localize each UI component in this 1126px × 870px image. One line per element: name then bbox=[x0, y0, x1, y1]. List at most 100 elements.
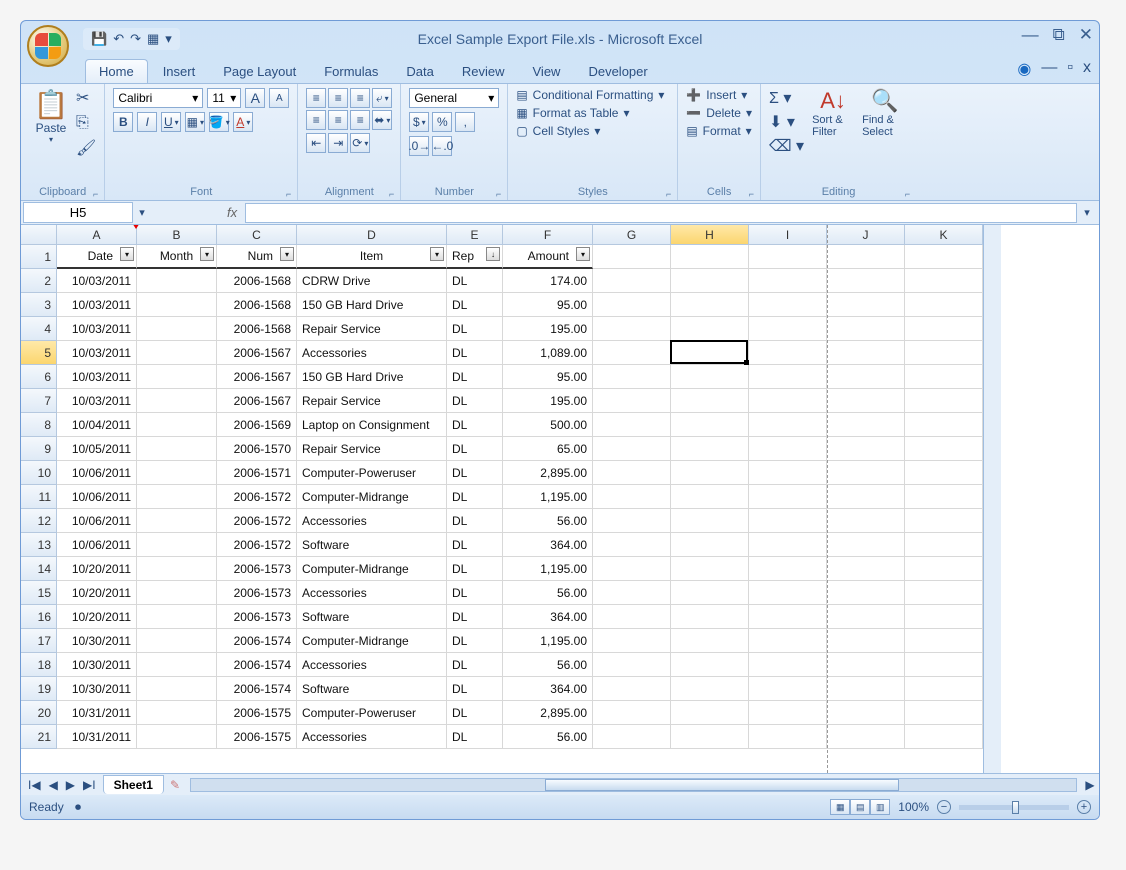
cell-E5[interactable]: DL bbox=[447, 341, 503, 365]
cell-G4[interactable] bbox=[593, 317, 671, 341]
hscroll-right-icon[interactable]: ▶ bbox=[1081, 778, 1099, 792]
cell-E12[interactable]: DL bbox=[447, 509, 503, 533]
zoom-in-button[interactable]: + bbox=[1077, 800, 1091, 814]
tab-formulas[interactable]: Formulas bbox=[311, 60, 391, 83]
cell-D13[interactable]: Software bbox=[297, 533, 447, 557]
cell-K3[interactable] bbox=[905, 293, 983, 317]
select-all-corner[interactable] bbox=[21, 225, 57, 245]
cell-K6[interactable] bbox=[905, 365, 983, 389]
cell-B7[interactable] bbox=[137, 389, 217, 413]
copy-icon[interactable]: ⎘ bbox=[76, 114, 96, 132]
cell-J21[interactable] bbox=[827, 725, 905, 749]
row-header-21[interactable]: 21 bbox=[21, 725, 57, 749]
cell-E11[interactable]: DL bbox=[447, 485, 503, 509]
cell-E20[interactable]: DL bbox=[447, 701, 503, 725]
cell-E3[interactable]: DL bbox=[447, 293, 503, 317]
comma-button[interactable]: , bbox=[455, 112, 475, 132]
tab-home[interactable]: Home bbox=[85, 59, 148, 83]
align-top-button[interactable]: ≡ bbox=[306, 88, 326, 108]
cell-E19[interactable]: DL bbox=[447, 677, 503, 701]
cell-F2[interactable]: 174.00 bbox=[503, 269, 593, 293]
cell-C14[interactable]: 2006-1573 bbox=[217, 557, 297, 581]
sheet-nav-first-icon[interactable]: I◀ bbox=[25, 778, 44, 792]
cell-J1[interactable] bbox=[827, 245, 905, 269]
cell-B18[interactable] bbox=[137, 653, 217, 677]
close-workbook-icon[interactable]: x bbox=[1083, 59, 1091, 79]
font-size-combo[interactable]: 11▾ bbox=[207, 88, 241, 108]
column-header-D[interactable]: D bbox=[297, 225, 447, 245]
cell-F3[interactable]: 95.00 bbox=[503, 293, 593, 317]
zoom-out-button[interactable]: − bbox=[937, 800, 951, 814]
format-cells-button[interactable]: ▤Format ▾ bbox=[686, 124, 752, 138]
cell-J16[interactable] bbox=[827, 605, 905, 629]
row-header-10[interactable]: 10 bbox=[21, 461, 57, 485]
cell-D17[interactable]: Computer-Midrange bbox=[297, 629, 447, 653]
cell-E2[interactable]: DL bbox=[447, 269, 503, 293]
cell-I5[interactable] bbox=[749, 341, 827, 365]
row-header-1[interactable]: 1 bbox=[21, 245, 57, 269]
horizontal-scrollbar[interactable] bbox=[190, 778, 1077, 792]
cell-B2[interactable] bbox=[137, 269, 217, 293]
filter-amount-icon[interactable]: ▾ bbox=[576, 247, 590, 261]
percent-button[interactable]: % bbox=[432, 112, 452, 132]
table-header-rep[interactable]: Rep↓ bbox=[447, 245, 503, 269]
cell-D10[interactable]: Computer-Poweruser bbox=[297, 461, 447, 485]
cell-J5[interactable] bbox=[827, 341, 905, 365]
autosum-button[interactable]: Σ ▾ bbox=[769, 88, 804, 108]
fill-button[interactable]: ⬇ ▾ bbox=[769, 112, 804, 132]
cell-J2[interactable] bbox=[827, 269, 905, 293]
row-header-5[interactable]: 5 bbox=[21, 341, 57, 365]
row-header-15[interactable]: 15 bbox=[21, 581, 57, 605]
font-name-combo[interactable]: Calibri▾ bbox=[113, 88, 203, 108]
cell-D3[interactable]: 150 GB Hard Drive bbox=[297, 293, 447, 317]
column-header-A[interactable]: A bbox=[57, 225, 137, 245]
cell-H7[interactable] bbox=[671, 389, 749, 413]
cell-D12[interactable]: Accessories bbox=[297, 509, 447, 533]
clear-button[interactable]: ⌫ ▾ bbox=[769, 136, 804, 156]
column-header-G[interactable]: G bbox=[593, 225, 671, 245]
cell-G8[interactable] bbox=[593, 413, 671, 437]
row-header-19[interactable]: 19 bbox=[21, 677, 57, 701]
cell-H12[interactable] bbox=[671, 509, 749, 533]
macro-record-icon[interactable]: ⏺ bbox=[75, 800, 81, 814]
cell-A5[interactable]: 10/03/2011 bbox=[57, 341, 137, 365]
cell-G17[interactable] bbox=[593, 629, 671, 653]
cell-G5[interactable] bbox=[593, 341, 671, 365]
column-header-B[interactable]: B bbox=[137, 225, 217, 245]
cell-B17[interactable] bbox=[137, 629, 217, 653]
cell-G13[interactable] bbox=[593, 533, 671, 557]
close-window-icon[interactable]: ✕ bbox=[1079, 25, 1093, 45]
cell-I17[interactable] bbox=[749, 629, 827, 653]
column-header-H[interactable]: H bbox=[671, 225, 749, 245]
cell-E13[interactable]: DL bbox=[447, 533, 503, 557]
cell-F4[interactable]: 195.00 bbox=[503, 317, 593, 341]
cell-A7[interactable]: 10/03/2011 bbox=[57, 389, 137, 413]
cell-K19[interactable] bbox=[905, 677, 983, 701]
cell-F20[interactable]: 2,895.00 bbox=[503, 701, 593, 725]
column-header-I[interactable]: I bbox=[749, 225, 827, 245]
cell-F13[interactable]: 364.00 bbox=[503, 533, 593, 557]
column-header-C[interactable]: C bbox=[217, 225, 297, 245]
cell-B3[interactable] bbox=[137, 293, 217, 317]
cell-E21[interactable]: DL bbox=[447, 725, 503, 749]
align-center-button[interactable]: ≡ bbox=[328, 110, 348, 130]
cell-H20[interactable] bbox=[671, 701, 749, 725]
cell-J19[interactable] bbox=[827, 677, 905, 701]
cut-icon[interactable]: ✂ bbox=[76, 88, 96, 108]
cell-J7[interactable] bbox=[827, 389, 905, 413]
tab-view[interactable]: View bbox=[520, 60, 574, 83]
dec-decimal-button[interactable]: ←.0 bbox=[432, 136, 452, 156]
cell-C21[interactable]: 2006-1575 bbox=[217, 725, 297, 749]
cell-D11[interactable]: Computer-Midrange bbox=[297, 485, 447, 509]
row-header-13[interactable]: 13 bbox=[21, 533, 57, 557]
cell-J12[interactable] bbox=[827, 509, 905, 533]
view-layout-button[interactable]: ▤ bbox=[850, 799, 870, 815]
fx-icon[interactable]: fx bbox=[219, 205, 245, 220]
cell-A6[interactable]: 10/03/2011 bbox=[57, 365, 137, 389]
sort-filter-button[interactable]: A↓ Sort & Filter bbox=[812, 88, 854, 156]
row-header-20[interactable]: 20 bbox=[21, 701, 57, 725]
cell-H5[interactable] bbox=[671, 341, 749, 365]
cell-D7[interactable]: Repair Service bbox=[297, 389, 447, 413]
cell-A4[interactable]: 10/03/2011 bbox=[57, 317, 137, 341]
cell-H2[interactable] bbox=[671, 269, 749, 293]
